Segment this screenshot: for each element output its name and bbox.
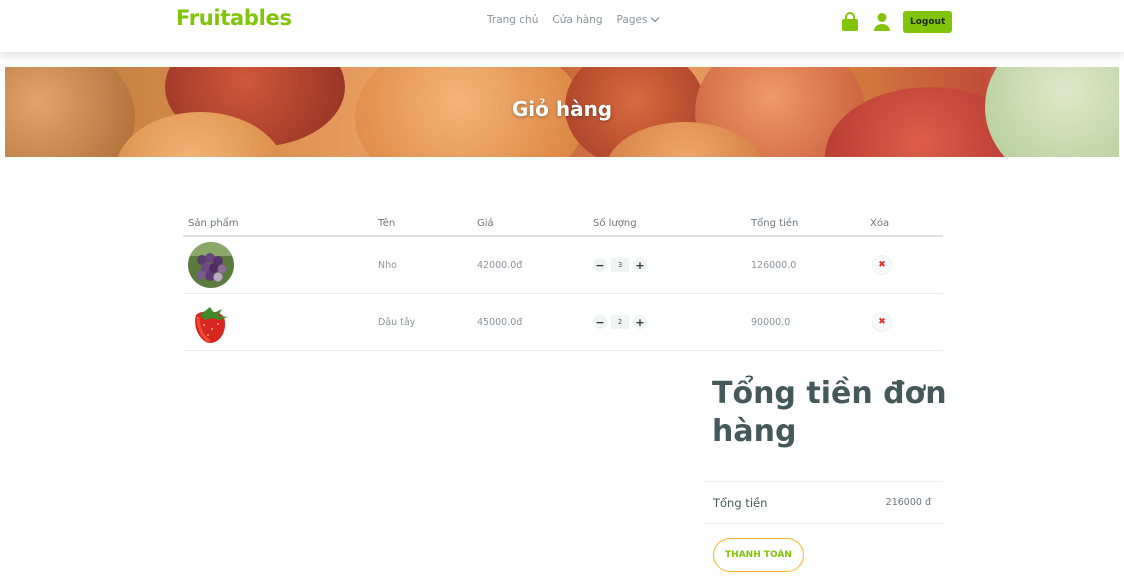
table-header: Sản phẩm Tên Giá Số lượng Tổng tiền Xóa bbox=[183, 213, 943, 237]
minus-button[interactable]: − bbox=[593, 315, 607, 329]
quantity-input[interactable]: 3 bbox=[611, 258, 629, 272]
navbar: Fruitables Trang chủ Cửa hàng Pages Logo… bbox=[0, 0, 1124, 52]
product-price: 45000.0đ bbox=[477, 316, 523, 328]
nav-links: Trang chủ Cửa hàng Pages bbox=[487, 13, 660, 26]
nav-link-shop[interactable]: Cửa hàng bbox=[552, 14, 602, 26]
delete-button[interactable]: ✖ bbox=[872, 255, 892, 275]
product-name: Nho bbox=[378, 259, 397, 271]
row-total: 90000.0 bbox=[751, 316, 791, 328]
order-total-row: Tổng tiền 216000 đ bbox=[703, 481, 943, 524]
minus-button[interactable]: − bbox=[593, 258, 607, 272]
plus-button[interactable]: + bbox=[633, 258, 647, 272]
table-row: Dâu tây 45000.0đ − 2 + 90000.0 ✖ bbox=[183, 294, 943, 351]
table-row: Nho 42000.0đ − 3 + 126000.0 ✖ bbox=[183, 237, 943, 294]
nav-link-home[interactable]: Trang chủ bbox=[487, 14, 538, 26]
grapes-image bbox=[188, 242, 234, 288]
row-total: 126000.0 bbox=[751, 259, 797, 271]
chevron-down-icon bbox=[651, 13, 660, 23]
quantity-input[interactable]: 2 bbox=[611, 315, 629, 329]
col-header-name: Tên bbox=[378, 218, 396, 229]
col-header-quantity: Số lượng bbox=[593, 218, 637, 229]
order-total-value: 216000 đ bbox=[885, 497, 931, 508]
order-total-heading: Tổng tiền đơn hàng bbox=[712, 376, 947, 449]
brand-logo[interactable]: Fruitables bbox=[176, 6, 292, 30]
nav-actions: Logout bbox=[841, 11, 953, 33]
product-price: 42000.0đ bbox=[477, 259, 523, 271]
nav-link-pages-label: Pages bbox=[616, 14, 648, 26]
quantity-stepper: − 2 + bbox=[593, 315, 751, 329]
order-total-label: Tổng tiền bbox=[713, 495, 768, 510]
cart-table: Sản phẩm Tên Giá Số lượng Tổng tiền Xóa … bbox=[183, 213, 943, 351]
col-header-total: Tổng tiền bbox=[751, 218, 799, 229]
checkout-button[interactable]: THANH TOÁN bbox=[713, 538, 804, 572]
col-header-price: Giá bbox=[477, 218, 494, 229]
quantity-stepper: − 3 + bbox=[593, 258, 751, 272]
page-title: Giỏ hàng bbox=[511, 97, 613, 121]
strawberry-image bbox=[188, 299, 234, 345]
logout-button[interactable]: Logout bbox=[903, 11, 953, 33]
plus-button[interactable]: + bbox=[633, 315, 647, 329]
delete-button[interactable]: ✖ bbox=[872, 312, 892, 332]
hero-banner: Giỏ hàng bbox=[5, 67, 1119, 157]
shopping-bag-icon[interactable] bbox=[841, 12, 859, 32]
nav-link-pages[interactable]: Pages bbox=[616, 13, 660, 26]
col-header-product: Sản phẩm bbox=[188, 218, 239, 229]
user-icon[interactable] bbox=[873, 12, 891, 32]
product-name: Dâu tây bbox=[378, 316, 416, 328]
col-header-delete: Xóa bbox=[870, 218, 890, 229]
